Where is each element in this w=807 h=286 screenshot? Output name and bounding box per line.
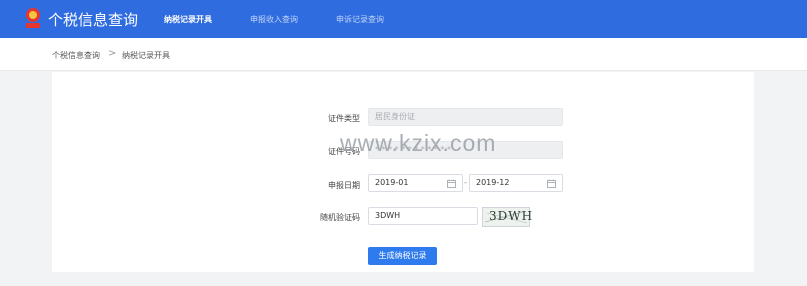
generate-tax-record-button[interactable]: 生成纳税记录 — [368, 247, 437, 265]
period-end-value: 2019-12 — [476, 178, 510, 187]
breadcrumb-item-root[interactable]: 个税信息查询 — [52, 50, 100, 61]
id-type-label: 证件类型 — [328, 114, 360, 123]
tab-tax-record-issue[interactable]: 纳税记录开具 — [164, 14, 212, 25]
captcha-input[interactable]: 3DWH — [368, 207, 478, 225]
period-start-value: 2019-01 — [375, 178, 409, 187]
captcha-image[interactable]: 3DWH — [482, 207, 534, 227]
breadcrumb-item-current: 纳税记录开具 — [122, 51, 170, 60]
period-label: 申报日期 — [328, 181, 360, 190]
period-separator: - — [464, 178, 467, 187]
id-type-field: 居民身份证 — [368, 108, 563, 126]
captcha-label: 随机验证码 — [320, 213, 360, 222]
captcha-image-text: 3DWH — [489, 209, 534, 223]
top-navigation-bar: 个税信息查询 纳税记录开具 申报收入查询 申诉记录查询 — [0, 0, 807, 38]
tax-emblem-icon — [26, 8, 40, 28]
breadcrumb-separator: > — [108, 48, 117, 59]
breadcrumb: 个税信息查询 > 纳税记录开具 — [0, 38, 807, 71]
form-panel — [52, 72, 754, 272]
period-end-input[interactable]: 2019-12 — [469, 174, 563, 192]
tab-declared-income-query[interactable]: 申报收入查询 — [250, 14, 298, 25]
period-start-input[interactable]: 2019-01 — [368, 174, 463, 192]
app-title: 个税信息查询 — [48, 11, 139, 29]
watermark-text: www.kzix.com — [340, 130, 497, 156]
tab-appeal-record-query[interactable]: 申诉记录查询 — [336, 14, 384, 25]
calendar-icon[interactable] — [447, 179, 456, 188]
calendar-icon[interactable] — [547, 179, 556, 188]
